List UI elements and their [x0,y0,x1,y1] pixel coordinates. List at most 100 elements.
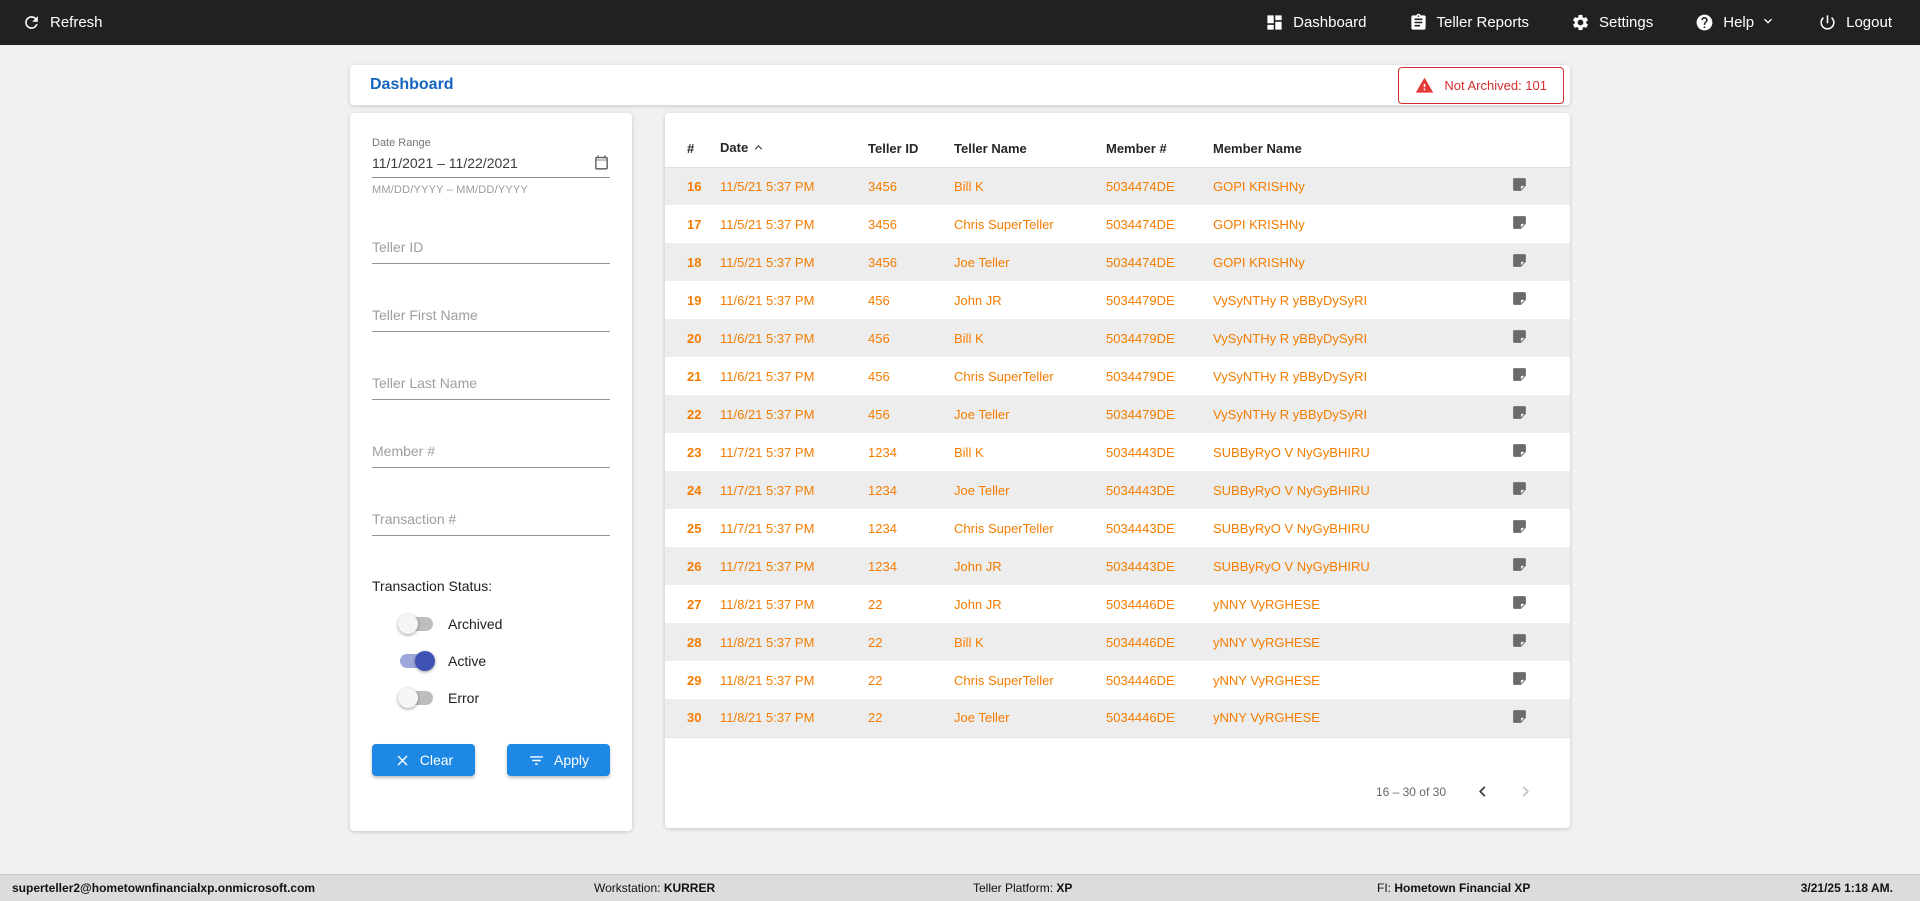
note-icon [1513,672,1526,685]
note-button[interactable] [1511,708,1528,725]
transaction-number-input[interactable] [372,505,610,536]
table-row[interactable]: 28 11/8/21 5:37 PM 22 Bill K 5034446DE y… [665,623,1570,661]
nav-item-help[interactable]: Help [1695,13,1776,33]
date-range-field[interactable]: Date Range 11/1/2021 – 11/22/2021 MM/DD/… [372,137,610,196]
cell-teller-id: 1234 [868,444,897,460]
cell-member-num: 5034479DE [1106,330,1175,346]
help-icon [1696,14,1713,31]
toggle-archived-label: Archived [448,616,503,632]
table-row[interactable]: 21 11/6/21 5:37 PM 456 Chris SuperTeller… [665,357,1570,395]
cell-teller-name: John JR [954,596,1002,612]
col-header-num[interactable]: # [665,131,720,168]
note-icon [1513,216,1526,229]
note-button[interactable] [1511,670,1528,687]
cell-member-num: 5034479DE [1106,292,1175,308]
teller-id-input[interactable] [372,233,610,264]
cell-date: 11/6/21 5:37 PM [720,406,815,422]
calendar-button[interactable] [593,154,610,171]
cell-member-name: yNNY VyRGHESE [1213,710,1320,726]
note-button[interactable] [1511,404,1528,421]
table-row[interactable]: 18 11/5/21 5:37 PM 3456 Joe Teller 50344… [665,243,1570,281]
col-header-teller-id[interactable]: Teller ID [868,131,954,168]
toggle-error[interactable]: Error [398,688,610,708]
table-row[interactable]: 23 11/7/21 5:37 PM 1234 Bill K 5034443DE… [665,433,1570,471]
not-archived-label: Not Archived: 101 [1444,77,1547,93]
note-icon [1513,368,1526,381]
note-button[interactable] [1511,594,1528,611]
cell-notes [1484,509,1570,547]
toggle-switch-icon [398,651,435,671]
transaction-status-label: Transaction Status: [372,578,493,594]
note-button[interactable] [1511,442,1528,459]
chevron-down-icon [1763,13,1776,33]
not-archived-badge[interactable]: Not Archived: 101 [1398,66,1564,104]
table-row[interactable]: 22 11/6/21 5:37 PM 456 Joe Teller 503447… [665,395,1570,433]
teller-last-name-input[interactable] [372,369,610,400]
cell-teller-id: 1234 [868,558,897,574]
note-button[interactable] [1511,556,1528,573]
table-row[interactable]: 24 11/7/21 5:37 PM 1234 Joe Teller 50344… [665,471,1570,509]
member-number-input[interactable] [372,437,610,468]
col-header-member-num[interactable]: Member # [1106,131,1213,168]
cell-member-name: VySyNTHy R yBByDySyRI [1213,368,1368,384]
cell-notes [1484,243,1570,281]
col-header-member-name[interactable]: Member Name [1213,131,1484,168]
cell-teller-id: 456 [868,330,890,346]
nav-item-logout[interactable]: Logout [1818,13,1892,32]
nav-label-teller-reports: Teller Reports [1436,14,1530,31]
cell-teller-name: Chris SuperTeller [954,520,1054,536]
dashboard-icon [1267,15,1282,30]
table-row[interactable]: 20 11/6/21 5:37 PM 456 Bill K 5034479DE … [665,319,1570,357]
apply-button[interactable]: Apply [507,744,610,776]
toggle-archived[interactable]: Archived [398,614,610,634]
clear-label: Clear [419,752,454,768]
table-body: 16 11/5/21 5:37 PM 3456 Bill K 5034474DE… [665,167,1570,737]
cell-member-num: 5034446DE [1106,596,1175,612]
prev-page-button[interactable] [1468,777,1497,806]
note-button[interactable] [1511,290,1528,307]
clear-button[interactable]: Clear [372,744,475,776]
cell-notes [1484,281,1570,319]
table-row[interactable]: 27 11/8/21 5:37 PM 22 John JR 5034446DE … [665,585,1570,623]
note-button[interactable] [1511,328,1528,345]
top-nav-menu: Dashboard Teller Reports Settings Help L… [1265,13,1892,33]
cell-teller-name: Bill K [954,634,984,650]
warning-icon [1416,77,1434,93]
note-icon [1513,482,1526,495]
note-button[interactable] [1511,480,1528,497]
table-row[interactable]: 25 11/7/21 5:37 PM 1234 Chris SuperTelle… [665,509,1570,547]
nav-item-settings[interactable]: Settings [1571,13,1653,32]
note-button[interactable] [1511,518,1528,535]
table-row[interactable]: 16 11/5/21 5:37 PM 3456 Bill K 5034474DE… [665,167,1570,205]
table-row[interactable]: 30 11/8/21 5:37 PM 22 Joe Teller 5034446… [665,699,1570,737]
nav-label-logout: Logout [1846,14,1892,31]
footer-bar: superteller2@hometownfinancialxp.onmicro… [0,874,1920,901]
date-range-value[interactable]: 11/1/2021 – 11/22/2021 [372,155,518,171]
cell-row-num: 17 [687,216,702,232]
cell-notes [1484,167,1570,205]
cell-teller-name: Joe Teller [954,710,1010,726]
note-button[interactable] [1511,366,1528,383]
cell-member-name: GOPI KRISHNy [1213,254,1305,270]
refresh-button[interactable]: Refresh [22,13,103,32]
cell-row-num: 27 [687,596,702,612]
note-button[interactable] [1511,632,1528,649]
nav-item-teller-reports[interactable]: Teller Reports [1409,13,1530,32]
nav-item-dashboard[interactable]: Dashboard [1265,13,1367,32]
note-button[interactable] [1511,176,1528,193]
table-row[interactable]: 29 11/8/21 5:37 PM 22 Chris SuperTeller … [665,661,1570,699]
main-content: Dashboard Not Archived: 101 Date Range 1… [0,45,1920,874]
sort-asc-icon [751,140,766,158]
note-button[interactable] [1511,214,1528,231]
toggle-active[interactable]: Active [398,651,610,671]
table-row[interactable]: 19 11/6/21 5:37 PM 456 John JR 5034479DE… [665,281,1570,319]
table-row[interactable]: 17 11/5/21 5:37 PM 3456 Chris SuperTelle… [665,205,1570,243]
transactions-table: # Date Teller ID Teller Name Member # Me… [665,131,1570,738]
col-header-teller-name[interactable]: Teller Name [954,131,1106,168]
cell-member-name: VySyNTHy R yBByDySyRI [1213,330,1368,346]
note-button[interactable] [1511,252,1528,269]
cell-teller-id: 3456 [868,216,897,232]
teller-first-name-input[interactable] [372,301,610,332]
col-header-date[interactable]: Date [720,131,868,168]
table-row[interactable]: 26 11/7/21 5:37 PM 1234 John JR 5034443D… [665,547,1570,585]
